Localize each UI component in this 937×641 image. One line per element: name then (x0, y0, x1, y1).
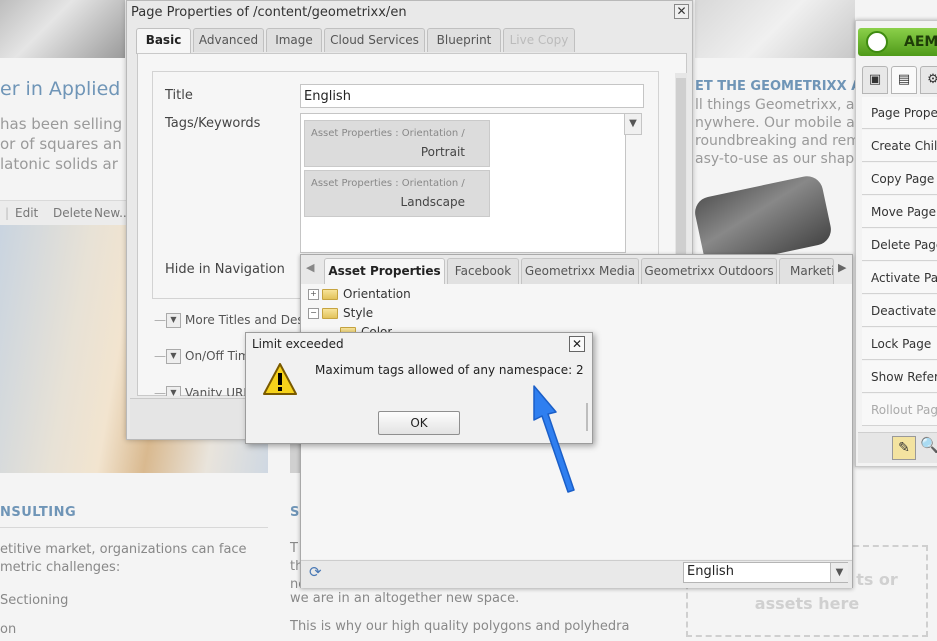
right-heading: ET THE GEOMETRIXX A (695, 79, 862, 94)
sidekick-item-page-properties[interactable]: Page Proper (862, 97, 937, 129)
dialog-close-icon[interactable]: ✕ (674, 4, 689, 19)
tab-blueprint[interactable]: Blueprint (427, 28, 501, 52)
dialog-title: Page Properties of /content/geometrixx/e… (131, 5, 407, 20)
tab-asset-properties[interactable]: Asset Properties (324, 258, 445, 284)
sidekick-item-copy-page[interactable]: Copy Page (862, 163, 937, 195)
edit-link[interactable]: Edit (15, 206, 38, 220)
gear-icon[interactable]: ⚙ (920, 66, 937, 94)
title-label: Title (165, 88, 193, 103)
tag-chip-landscape[interactable]: Asset Properties : Orientation / Landsca… (304, 170, 490, 217)
hide-in-navigation-label: Hide in Navigation (165, 262, 285, 277)
ok-button[interactable]: OK (378, 411, 460, 435)
tags-label: Tags/Keywords (165, 116, 261, 131)
aem-logo-icon (866, 31, 888, 53)
page-heading: er in Applied (0, 78, 121, 100)
tab-cloud-services[interactable]: Cloud Services (324, 28, 425, 52)
consulting-text: etitive market, organizations can face m… (0, 542, 247, 575)
expand-icon[interactable]: ▼ (166, 313, 181, 328)
sidekick-item-move-page[interactable]: Move Page (862, 196, 937, 228)
expand-icon[interactable]: ▼ (166, 349, 181, 364)
expand-plus-icon[interactable]: + (308, 289, 319, 300)
tag-path: Asset Properties : Orientation / (311, 128, 465, 139)
folder-icon (322, 308, 338, 319)
tab-facebook[interactable]: Facebook (447, 258, 519, 284)
list-item-on[interactable]: on (0, 622, 16, 637)
sidekick-item-delete-page[interactable]: Delete Page (862, 229, 937, 261)
tab-live-copy: Live Copy (503, 28, 575, 52)
hero-image (0, 0, 125, 58)
tab-basic[interactable]: Basic (136, 28, 191, 54)
tag-path: Asset Properties : Orientation / (311, 178, 465, 189)
sidekick-item-lock-page[interactable]: Lock Page (862, 328, 937, 360)
edit-mode-pencil-icon[interactable]: ✎ (892, 436, 916, 460)
sidekick-item-activate-page[interactable]: Activate Pag (862, 262, 937, 294)
section-on-off-time[interactable]: — ▼ On/Off Tim (154, 349, 250, 364)
tab-geometrixx-media[interactable]: Geometrixx Media (521, 258, 639, 284)
tags-dropdown-chevron-icon[interactable]: ▼ (624, 113, 642, 135)
tree-node-orientation[interactable]: + Orientation (308, 287, 411, 301)
tab-image[interactable]: Image (266, 28, 322, 52)
folder-icon (322, 289, 338, 300)
dialog-scrollbar-thumb[interactable] (676, 78, 686, 258)
page-icon[interactable]: ▤ (891, 66, 917, 94)
tab-marketing[interactable]: Marketin (779, 258, 834, 284)
sidekick-title: AEM (904, 34, 937, 50)
sectioning-link[interactable]: Sectioning (0, 593, 68, 608)
tag-name: Landscape (400, 195, 465, 209)
section-vanity-url[interactable]: — ▼ Vanity URL (154, 386, 250, 396)
components-icon[interactable]: ▣ (862, 66, 888, 94)
component-edit-toolbar: | Edit Delete New... (0, 200, 131, 226)
sidekick-item-rollout-page: Rollout Page (862, 394, 937, 426)
tag-chip-portrait[interactable]: Asset Properties : Orientation / Portrai… (304, 120, 490, 167)
chevron-down-icon[interactable]: ▼ (830, 563, 848, 582)
preview-magnifier-icon[interactable]: 🔍 (920, 436, 937, 454)
divider (0, 527, 268, 528)
annotation-arrow-icon (533, 385, 575, 493)
sidekick-item-create-child[interactable]: Create Child (862, 130, 937, 162)
collapse-minus-icon[interactable]: − (308, 308, 319, 319)
scroll-left-icon[interactable]: ◀ (306, 261, 314, 274)
alert-title: Limit exceeded (252, 337, 344, 351)
refresh-icon[interactable]: ⟳ (309, 563, 322, 581)
tag-name: Portrait (420, 145, 465, 159)
tree-node-style[interactable]: − Style (308, 306, 373, 320)
tab-advanced[interactable]: Advanced (193, 28, 264, 52)
mid-heading: S (290, 505, 300, 520)
language-select[interactable]: English (683, 562, 848, 583)
mid-sentence-2: This is why our high quality polygons an… (290, 619, 630, 634)
sidekick-item-deactivate-page[interactable]: Deactivate P (862, 295, 937, 327)
scroll-right-icon[interactable]: ▶ (838, 261, 846, 274)
right-paragraph: ll things Geometrixx, a nywhere. Our mob… (695, 97, 864, 167)
intro-paragraph: has been selling or of squares an latoni… (0, 115, 123, 173)
warning-icon (263, 363, 297, 395)
mid-sentence-1: we are in an altogether new space. (290, 591, 520, 606)
sidekick-item-show-references[interactable]: Show Refere (862, 361, 937, 393)
hero-image-right (695, 0, 855, 58)
alert-close-icon[interactable]: ✕ (569, 336, 585, 352)
tab-geometrixx-outdoors[interactable]: Geometrixx Outdoors (641, 258, 777, 284)
section-more-titles[interactable]: — ▼ More Titles and Descr (154, 313, 315, 328)
delete-link[interactable]: Delete (53, 206, 92, 220)
title-input[interactable]: English (300, 84, 644, 108)
consulting-heading: NSULTING (0, 505, 77, 520)
alert-message: Maximum tags allowed of any namespace: 2 (315, 363, 584, 377)
expand-icon[interactable]: ▼ (166, 386, 181, 396)
sidekick-tabs: ▣ ▤ ⚙ (858, 66, 937, 96)
